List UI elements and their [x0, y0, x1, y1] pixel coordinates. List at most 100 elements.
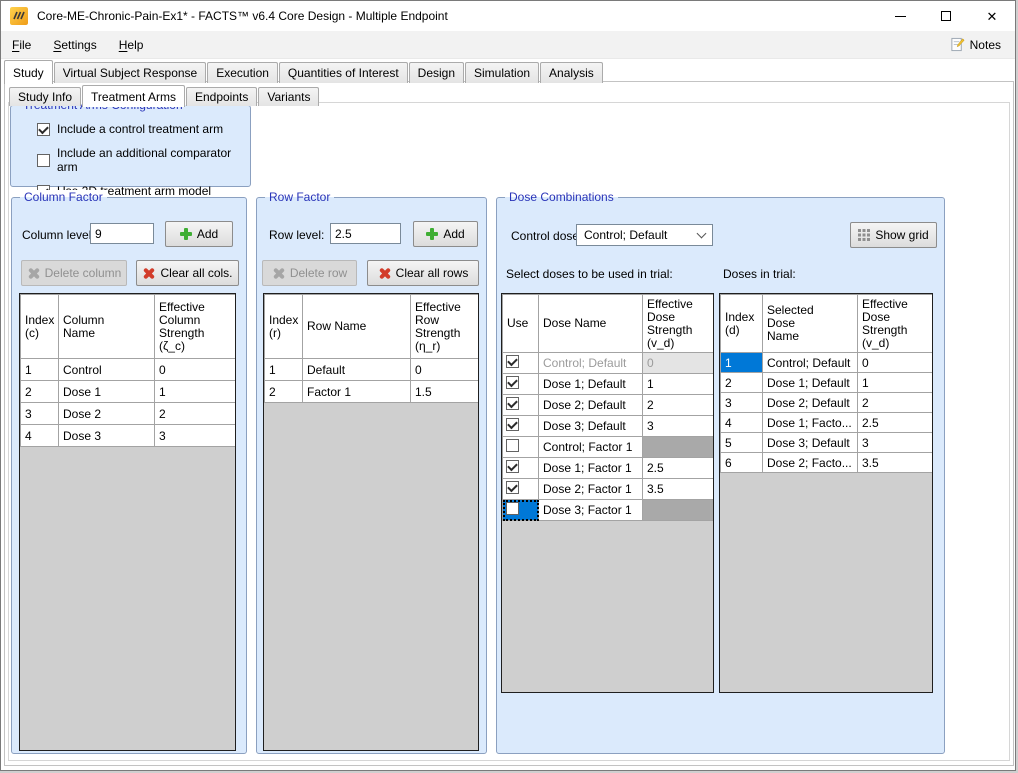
- index-cell[interactable]: 4: [721, 413, 763, 433]
- cell[interactable]: 1.5: [411, 381, 479, 403]
- checkbox-icon[interactable]: [37, 123, 50, 136]
- dose-strength-cell[interactable]: 2: [643, 395, 714, 416]
- column-level-input[interactable]: [90, 223, 154, 244]
- cell[interactable]: Dose 3: [59, 425, 155, 447]
- close-button[interactable]: ✕: [969, 1, 1015, 31]
- dose-name-cell[interactable]: Dose 1; Default: [763, 373, 858, 393]
- checkbox-icon[interactable]: [506, 418, 519, 431]
- menu-help[interactable]: Help: [108, 33, 155, 57]
- delete-row-button[interactable]: Delete row: [262, 260, 357, 286]
- cell[interactable]: 1: [155, 381, 236, 403]
- add-row-button[interactable]: Add: [413, 221, 478, 247]
- tab-treatment-arms[interactable]: Treatment Arms: [82, 85, 185, 107]
- dose-strength-cell[interactable]: 2.5: [643, 458, 714, 479]
- tab-study[interactable]: Study: [4, 60, 53, 84]
- checkbox-icon[interactable]: [37, 154, 50, 167]
- tab-simulation[interactable]: Simulation: [465, 62, 539, 83]
- cell[interactable]: 3: [21, 403, 59, 425]
- dose-strength-cell[interactable]: 1: [858, 373, 933, 393]
- tab-analysis[interactable]: Analysis: [540, 62, 603, 83]
- index-cell[interactable]: 2: [721, 373, 763, 393]
- row-level-input[interactable]: [330, 223, 401, 244]
- dose-strength-cell[interactable]: 1: [643, 374, 714, 395]
- use-checkbox-cell[interactable]: [503, 479, 539, 500]
- cell[interactable]: Control: [59, 359, 155, 381]
- tab-virtual-subject-response[interactable]: Virtual Subject Response: [54, 62, 207, 83]
- dose-strength-cell[interactable]: [643, 437, 714, 458]
- add-column-button[interactable]: Add: [165, 221, 233, 247]
- cell[interactable]: Default: [303, 359, 411, 381]
- dose-name-cell[interactable]: Control; Default: [539, 353, 643, 374]
- tab-endpoints[interactable]: Endpoints: [186, 87, 257, 106]
- checkbox-icon[interactable]: [506, 439, 519, 452]
- use-checkbox-cell[interactable]: [503, 374, 539, 395]
- index-cell[interactable]: 5: [721, 433, 763, 453]
- clear-all-columns-button[interactable]: Clear all cols.: [136, 260, 239, 286]
- dose-strength-cell[interactable]: [643, 500, 714, 521]
- dose-strength-cell[interactable]: 0: [858, 353, 933, 373]
- use-checkbox-cell[interactable]: [503, 500, 539, 521]
- use-checkbox-cell[interactable]: [503, 416, 539, 437]
- tab-study-info[interactable]: Study Info: [9, 87, 81, 106]
- index-cell[interactable]: 6: [721, 453, 763, 473]
- dose-name-cell[interactable]: Dose 2; Default: [763, 393, 858, 413]
- tab-variants[interactable]: Variants: [258, 87, 319, 106]
- cell[interactable]: 0: [155, 359, 236, 381]
- dose-name-cell[interactable]: Dose 2; Facto...: [763, 453, 858, 473]
- dose-name-cell[interactable]: Dose 2; Factor 1: [539, 479, 643, 500]
- dose-name-cell[interactable]: Dose 3; Default: [539, 416, 643, 437]
- checkbox-icon[interactable]: [506, 397, 519, 410]
- delete-column-button[interactable]: Delete column: [21, 260, 127, 286]
- minimize-button[interactable]: [877, 1, 923, 31]
- index-cell[interactable]: 3: [721, 393, 763, 413]
- cell[interactable]: 4: [21, 425, 59, 447]
- dose-name-cell[interactable]: Dose 1; Factor 1: [539, 458, 643, 479]
- index-cell[interactable]: 1: [721, 353, 763, 373]
- checkbox-icon[interactable]: [506, 376, 519, 389]
- dose-name-cell[interactable]: Dose 2; Default: [539, 395, 643, 416]
- notes-button[interactable]: Notes: [944, 34, 1007, 55]
- dose-name-cell[interactable]: Dose 3; Default: [763, 433, 858, 453]
- use-checkbox-cell[interactable]: [503, 458, 539, 479]
- dose-strength-cell[interactable]: 2: [858, 393, 933, 413]
- use-checkbox-cell[interactable]: [503, 437, 539, 458]
- dose-name-cell[interactable]: Dose 1; Default: [539, 374, 643, 395]
- dose-name-cell[interactable]: Dose 1; Facto...: [763, 413, 858, 433]
- clear-all-rows-button[interactable]: Clear all rows: [367, 260, 479, 286]
- checkbox-icon[interactable]: [506, 502, 519, 515]
- maximize-button[interactable]: [923, 1, 969, 31]
- dose-strength-cell[interactable]: 3.5: [858, 453, 933, 473]
- checkbox-icon[interactable]: [506, 460, 519, 473]
- cell[interactable]: 0: [411, 359, 479, 381]
- cell[interactable]: 3: [155, 425, 236, 447]
- cell[interactable]: Dose 2: [59, 403, 155, 425]
- use-checkbox-cell[interactable]: [503, 353, 539, 374]
- dose-strength-cell[interactable]: 3.5: [643, 479, 714, 500]
- menu-file[interactable]: File: [1, 33, 42, 57]
- dose-name-cell[interactable]: Control; Default: [763, 353, 858, 373]
- use-checkbox-cell[interactable]: [503, 395, 539, 416]
- config-option-include-an-additional-comparator-arm[interactable]: Include an additional comparator arm: [37, 146, 250, 174]
- tab-design[interactable]: Design: [409, 62, 464, 83]
- dose-strength-cell[interactable]: 0: [643, 353, 714, 374]
- checkbox-icon[interactable]: [506, 355, 519, 368]
- cell[interactable]: 1: [265, 359, 303, 381]
- cell[interactable]: 2: [265, 381, 303, 403]
- menu-settings[interactable]: Settings: [42, 33, 107, 57]
- config-option-include-a-control-treatment-arm[interactable]: Include a control treatment arm: [37, 122, 250, 136]
- control-dose-select[interactable]: Control; Default: [576, 224, 713, 246]
- dose-strength-cell[interactable]: 3: [643, 416, 714, 437]
- dose-strength-cell[interactable]: 3: [858, 433, 933, 453]
- dose-name-cell[interactable]: Control; Factor 1: [539, 437, 643, 458]
- checkbox-icon[interactable]: [506, 481, 519, 494]
- tab-execution[interactable]: Execution: [207, 62, 278, 83]
- dose-name-cell[interactable]: Dose 3; Factor 1: [539, 500, 643, 521]
- cell[interactable]: Factor 1: [303, 381, 411, 403]
- show-grid-button[interactable]: Show grid: [850, 222, 937, 248]
- cell[interactable]: 2: [21, 381, 59, 403]
- cell[interactable]: 2: [155, 403, 236, 425]
- dose-strength-cell[interactable]: 2.5: [858, 413, 933, 433]
- cell[interactable]: Dose 1: [59, 381, 155, 403]
- cell[interactable]: 1: [21, 359, 59, 381]
- tab-quantities-of-interest[interactable]: Quantities of Interest: [279, 62, 408, 83]
